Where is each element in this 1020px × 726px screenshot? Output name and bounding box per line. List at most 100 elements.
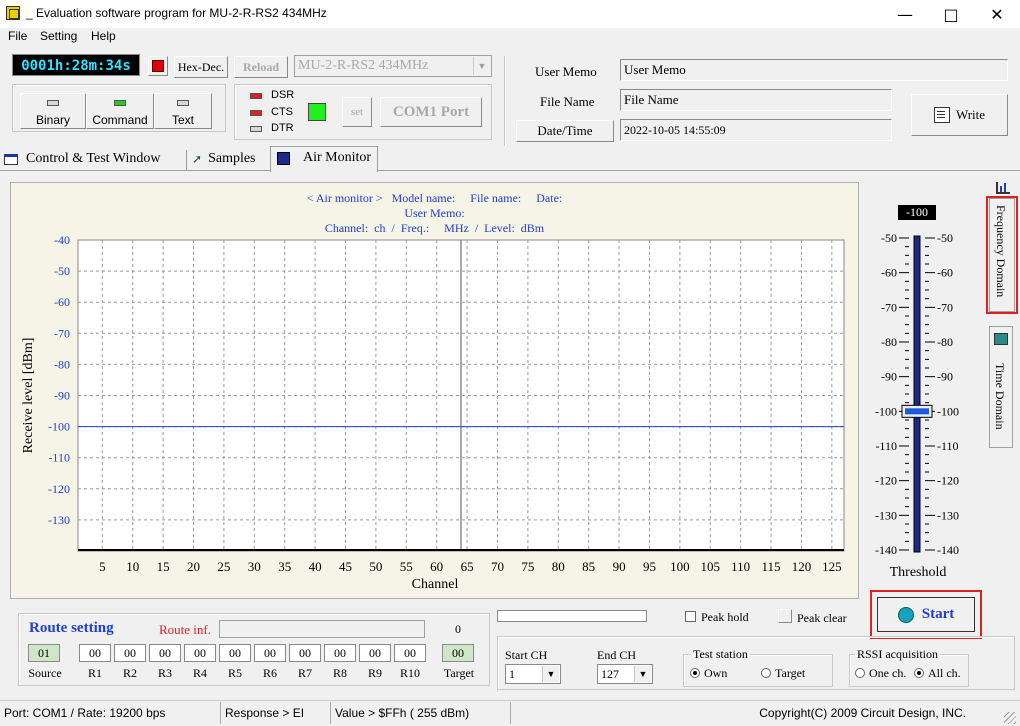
mode-binary-led xyxy=(47,100,59,106)
mode-text-led xyxy=(177,100,189,106)
rssi-all-ch-radio[interactable]: All ch. xyxy=(914,666,961,681)
info-separator xyxy=(504,56,506,146)
route-relay-cell[interactable]: 00 xyxy=(114,644,146,662)
reload-button[interactable]: Reload xyxy=(234,56,288,78)
x-tick-label: 120 xyxy=(792,559,812,574)
route-relay-cell[interactable]: 00 xyxy=(149,644,181,662)
tab-air-monitor-label: Air Monitor xyxy=(303,150,372,165)
test-station-own-radio[interactable]: Own xyxy=(690,666,727,681)
route-target-cell[interactable]: 00 xyxy=(442,644,474,662)
rssi-one-ch-radio[interactable]: One ch. xyxy=(855,666,906,681)
route-relay-cell[interactable]: 00 xyxy=(324,644,356,662)
close-button[interactable]: ✕ xyxy=(974,0,1020,28)
test-station-own-label: Own xyxy=(704,666,728,680)
slider-label-left: -120 xyxy=(875,474,897,488)
route-relay-cell[interactable]: 00 xyxy=(219,644,251,662)
route-relay-cell[interactable]: 00 xyxy=(79,644,111,662)
route-cell-label: Target xyxy=(443,666,475,680)
route-relay-cell[interactable]: 00 xyxy=(184,644,216,662)
tab-control-test[interactable]: Control & Test Window xyxy=(4,148,160,170)
model-select[interactable]: MU-2-R-RS2 434MHz ▼ xyxy=(294,55,492,77)
y-tick-label: -60 xyxy=(54,295,70,309)
com-port-button[interactable]: COM1 Port xyxy=(380,97,482,127)
datetime-field: 2022-10-05 14:55:09 xyxy=(620,119,892,141)
radio-own xyxy=(690,668,700,678)
slider-label-left: -140 xyxy=(875,543,897,557)
start-ch-select[interactable]: 1 ▼ xyxy=(505,664,561,684)
cts-label: CTS xyxy=(271,106,293,118)
peak-hold-check xyxy=(685,611,696,622)
mode-binary-button[interactable]: Binary xyxy=(20,93,86,129)
minimize-button[interactable]: — xyxy=(882,0,928,28)
mode-text-button[interactable]: Text xyxy=(154,93,212,129)
write-label: Write xyxy=(955,107,986,122)
slider-label-right: -110 xyxy=(937,439,959,453)
start-icon xyxy=(897,606,914,623)
slider-label-left: -110 xyxy=(875,439,897,453)
slider-label-left: -90 xyxy=(881,370,897,384)
x-tick-label: 100 xyxy=(670,559,690,574)
slider-track xyxy=(913,235,921,553)
x-tick-label: 35 xyxy=(278,559,291,574)
route-inf-field xyxy=(219,620,425,638)
mode-command-button[interactable]: Command xyxy=(86,93,154,129)
slider-label-right: -120 xyxy=(937,474,959,488)
route-source-cell[interactable]: 01 xyxy=(28,644,60,662)
test-station-target-radio[interactable]: Target xyxy=(761,666,805,681)
y-tick-label: -90 xyxy=(54,389,70,403)
write-button[interactable]: Write xyxy=(911,94,1008,136)
threshold-slider[interactable]: -50 -50 -60 -60 -70 -70 -80 -80 -90 -90 -100 -100 -1… xyxy=(866,222,976,562)
tab-samples[interactable]: ➚ Samples xyxy=(192,148,256,170)
x-tick-label: 95 xyxy=(643,559,656,574)
x-tick-label: 55 xyxy=(400,559,413,574)
route-relay-cell[interactable]: 00 xyxy=(254,644,286,662)
rssi-label: RSSI acquisition xyxy=(855,647,941,662)
tab-air-monitor[interactable]: Air Monitor xyxy=(270,146,378,172)
menu-file[interactable]: File xyxy=(8,29,27,43)
datetime-button[interactable]: Date/Time xyxy=(516,120,614,142)
menu-help[interactable]: Help xyxy=(91,29,116,43)
peak-clear-button[interactable] xyxy=(778,609,792,623)
menu-setting[interactable]: Setting xyxy=(40,29,77,43)
dtr-led xyxy=(250,126,262,132)
file-name-value: File Name xyxy=(624,92,679,107)
x-tick-label: 75 xyxy=(521,559,534,574)
tab-time-domain[interactable]: Time Domain xyxy=(989,326,1013,448)
peak-hold-checkbox[interactable]: Peak hold xyxy=(685,610,749,625)
user-memo-label: User Memo xyxy=(535,64,597,79)
route-cell-label: R3 xyxy=(157,666,172,680)
y-tick-label: -70 xyxy=(54,326,70,340)
maximize-button[interactable]: □ xyxy=(928,0,974,28)
x-tick-label: 40 xyxy=(309,559,322,574)
user-memo-input[interactable]: User Memo xyxy=(620,59,1008,81)
datetime-value: 2022-10-05 14:55:09 xyxy=(624,123,726,137)
slider-label-left: -130 xyxy=(875,508,897,522)
file-name-label: File Name xyxy=(540,94,595,109)
start-button[interactable]: Start xyxy=(877,597,975,632)
x-tick-label: 110 xyxy=(731,559,750,574)
set-button[interactable]: set xyxy=(342,97,372,127)
mode-command-led xyxy=(114,100,126,106)
end-ch-select[interactable]: 127 ▼ xyxy=(597,664,653,684)
hex-dec-button[interactable]: Hex-Dec. xyxy=(174,56,228,78)
tab-strip-line xyxy=(0,170,1020,171)
x-tick-label: 80 xyxy=(552,559,565,574)
window-icon xyxy=(4,153,18,165)
route-inf-label: Route inf. xyxy=(159,622,211,637)
resize-grip-icon[interactable] xyxy=(1004,712,1016,724)
x-tick-label: 115 xyxy=(762,559,781,574)
stop-record-button[interactable] xyxy=(148,56,168,76)
route-relay-cell[interactable]: 00 xyxy=(394,644,426,662)
start-ch-label: Start CH xyxy=(505,648,548,662)
route-relay-cell[interactable]: 00 xyxy=(359,644,391,662)
dsr-label: DSR xyxy=(271,89,295,101)
menu-bar: File Setting Help xyxy=(0,28,1020,46)
model-select-value: MU-2-R-RS2 434MHz xyxy=(298,58,429,73)
end-ch-value: 127 xyxy=(601,667,619,681)
slider-label-right: -100 xyxy=(937,404,959,418)
route-relay-cell[interactable]: 00 xyxy=(289,644,321,662)
route-cell-label: R9 xyxy=(367,666,382,680)
peak-hold-label: Peak hold xyxy=(701,610,749,624)
route-cell-label: R8 xyxy=(332,666,347,680)
x-axis-label: Channel xyxy=(412,577,459,592)
